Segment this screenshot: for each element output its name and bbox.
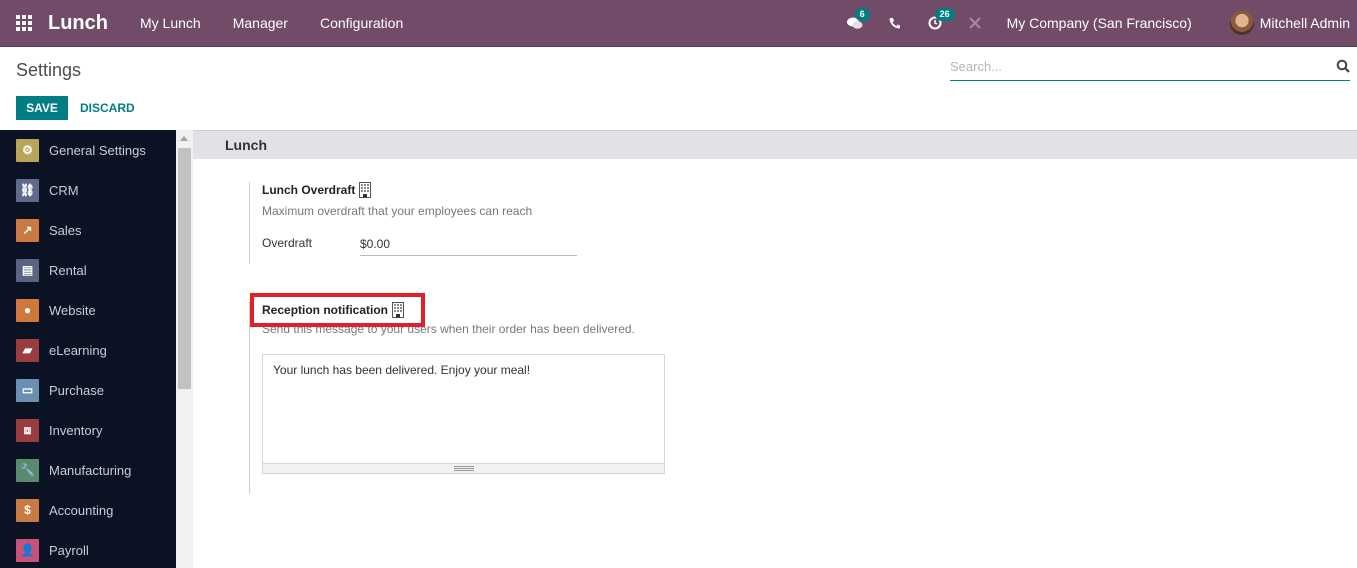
calendar-icon: ▤: [16, 258, 39, 282]
sidebar-item-crm[interactable]: ⛓ CRM: [0, 170, 176, 210]
debug-tools-icon: [968, 17, 981, 29]
activities-badge: 26: [934, 8, 955, 21]
wrench-icon: 🔧: [16, 458, 39, 482]
sidebar-item-general-settings[interactable]: ⚙ General Settings: [0, 130, 176, 170]
apps-menu-button[interactable]: [0, 0, 48, 47]
chart-line-icon: ↗: [16, 218, 39, 242]
setting-description: Maximum overdraft that your employees ca…: [262, 204, 533, 218]
sidebar-item-purchase[interactable]: ▭ Purchase: [0, 370, 176, 410]
sidebar-item-label: Sales: [49, 222, 82, 238]
sidebar-item-label: General Settings: [49, 142, 146, 158]
sidebar-item-sales[interactable]: ↗ Sales: [0, 210, 176, 250]
phone-icon: [889, 18, 900, 29]
elearning-icon: ▰: [16, 338, 39, 362]
sidebar-item-inventory[interactable]: ⧈ Inventory: [0, 410, 176, 450]
setting-title-row: Lunch Overdraft: [262, 182, 577, 198]
sidebar-item-label: eLearning: [49, 342, 107, 358]
phone-button[interactable]: [875, 17, 915, 29]
top-navbar: Lunch My Lunch Manager Configuration 6 2…: [0, 0, 1357, 47]
search-box: [950, 57, 1350, 81]
app-brand[interactable]: Lunch: [48, 12, 108, 35]
menu-my-lunch[interactable]: My Lunch: [140, 15, 201, 31]
save-button[interactable]: SAVE: [16, 96, 68, 120]
invoice-icon: $: [16, 498, 39, 522]
settings-sidebar: ⚙ General Settings ⛓ CRM ↗ Sales ▤ Rental ● Websi…: [0, 130, 176, 568]
sidebar-item-label: Purchase: [49, 382, 104, 398]
scroll-thumb[interactable]: [178, 148, 191, 389]
setting-lunch-overdraft: Lunch Overdraft Maximum overdraft that y…: [249, 182, 577, 264]
sidebar-item-manufacturing[interactable]: 🔧 Manufacturing: [0, 450, 176, 490]
discard-button[interactable]: DISCARD: [72, 96, 143, 120]
credit-card-icon: ▭: [16, 378, 39, 402]
sidebar-item-label: Website: [49, 302, 96, 318]
sidebar-item-label: Manufacturing: [49, 462, 132, 478]
control-panel: Settings SAVE DISCARD: [0, 47, 1357, 130]
apps-grid-icon: [16, 15, 32, 31]
sidebar-item-accounting[interactable]: $ Accounting: [0, 490, 176, 530]
sidebar-item-label: Accounting: [49, 502, 114, 518]
message-textarea-wrapper: Your lunch has been delivered. Enjoy you…: [262, 354, 665, 474]
setting-reception-notification: Reception notification Send this message…: [249, 302, 665, 494]
company-switcher[interactable]: My Company (San Francisco): [1007, 15, 1192, 31]
payroll-icon: 👤: [16, 538, 39, 562]
grip-icon: [453, 466, 474, 471]
handshake-icon: ⛓: [16, 178, 39, 202]
user-menu[interactable]: Mitchell Admin: [1260, 15, 1350, 31]
overdraft-input[interactable]: $0.00: [360, 237, 577, 256]
overdraft-field-row: Overdraft $0.00: [262, 236, 577, 256]
debug-button[interactable]: [955, 16, 995, 30]
messages-button[interactable]: 6: [835, 8, 875, 30]
sidebar-item-label: Rental: [49, 262, 87, 278]
globe-icon: ●: [16, 298, 39, 322]
activities-button[interactable]: 26: [915, 8, 955, 30]
menu-manager[interactable]: Manager: [233, 15, 288, 31]
sidebar-item-payroll[interactable]: 👤 Payroll: [0, 530, 176, 568]
gear-icon: ⚙: [16, 138, 39, 162]
highlight-annotation-box: [250, 293, 425, 327]
setting-title: Lunch Overdraft: [262, 183, 356, 197]
sidebar-item-website[interactable]: ● Website: [0, 290, 176, 330]
overdraft-label: Overdraft: [262, 236, 313, 250]
sidebar-item-label: Payroll: [49, 542, 89, 558]
sidebar-item-rental[interactable]: ▤ Rental: [0, 250, 176, 290]
settings-content: Lunch Lunch Overdraft Maximum overdraft …: [193, 130, 1357, 568]
messages-badge: 6: [854, 8, 870, 21]
sidebar-item-label: CRM: [49, 182, 79, 198]
box-icon: ⧈: [16, 418, 39, 442]
search-input[interactable]: [950, 57, 1320, 74]
avatar[interactable]: [1229, 11, 1254, 35]
menu-configuration[interactable]: Configuration: [320, 15, 403, 31]
company-building-icon: [359, 182, 372, 198]
sidebar-scrollbar[interactable]: [176, 130, 193, 568]
sidebar-item-label: Inventory: [49, 422, 103, 438]
page-title: Settings: [16, 60, 82, 80]
sidebar-item-elearning[interactable]: ▰ eLearning: [0, 330, 176, 370]
section-header: Lunch: [193, 130, 1357, 159]
textarea-resize-handle[interactable]: [263, 463, 664, 473]
search-icon[interactable]: [1336, 59, 1350, 73]
reception-message-textarea[interactable]: Your lunch has been delivered. Enjoy you…: [263, 355, 664, 463]
scroll-up-arrow-icon[interactable]: [180, 136, 188, 141]
